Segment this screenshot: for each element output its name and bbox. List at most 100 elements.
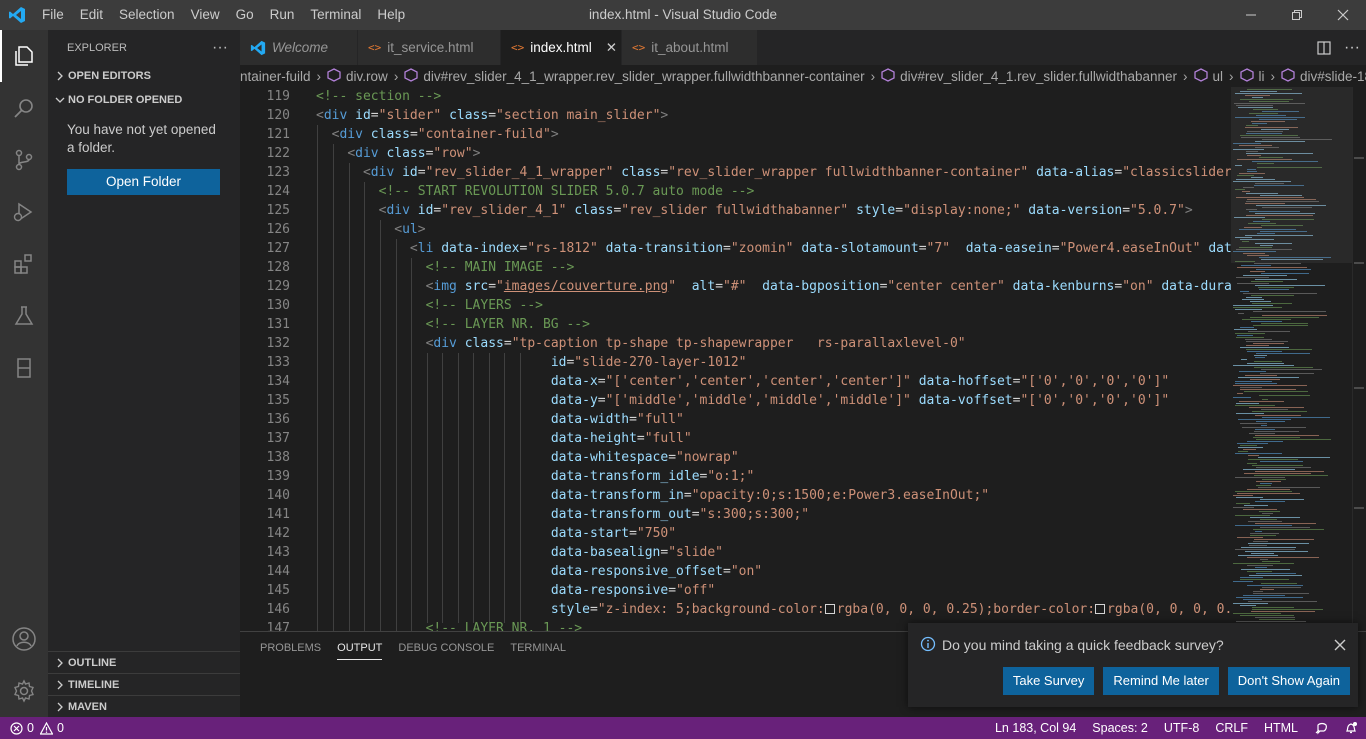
more-actions-icon[interactable]: ···: [212, 39, 228, 57]
breadcrumb-item[interactable]: div#rev_slider_4_1_wrapper.rev_slider_wr…: [404, 67, 865, 85]
minimap-line: [1233, 507, 1254, 508]
breadcrumb-item[interactable]: div#slide-18-laye: [1281, 67, 1366, 85]
minimap-line: [1261, 273, 1309, 274]
code-line: <div class="row">: [347, 146, 481, 161]
color-swatch[interactable]: [1095, 604, 1106, 614]
no-folder-section[interactable]: NO FOLDER OPENED: [48, 89, 240, 111]
maven-label: MAVEN: [68, 700, 107, 713]
minimap-line: [1260, 373, 1314, 374]
minimap-line: [1238, 451, 1248, 452]
feedback-icon[interactable]: [1306, 717, 1336, 739]
minimap-line: [1236, 403, 1259, 404]
account-icon[interactable]: [0, 613, 48, 665]
minimap-line: [1261, 425, 1267, 426]
tab-it-about[interactable]: <> it_about.html: [622, 30, 758, 65]
minimap-line: [1260, 519, 1277, 520]
extensions-icon[interactable]: [0, 238, 48, 290]
minimap-line: [1248, 331, 1290, 332]
vertical-scrollbar[interactable]: [1352, 87, 1366, 631]
line-number: 145: [266, 583, 290, 598]
color-swatch[interactable]: [824, 604, 835, 614]
minimap-line: [1237, 335, 1253, 336]
menu-edit[interactable]: Edit: [72, 0, 111, 30]
minimap-line: [1254, 431, 1299, 432]
menu-help[interactable]: Help: [369, 0, 413, 30]
open-editors-section[interactable]: OPEN EDITORS: [48, 65, 240, 87]
search-icon[interactable]: [0, 82, 48, 134]
minimap-line: [1255, 567, 1267, 568]
more-actions-icon[interactable]: ···: [1338, 30, 1366, 65]
line-number-gutter: 119 120 121 122 123 124 125 126 127 128 129 130 131 1…: [240, 87, 300, 631]
minimap-line: [1243, 595, 1285, 596]
breadcrumb-item[interactable]: li: [1239, 67, 1265, 85]
menu-go[interactable]: Go: [228, 0, 262, 30]
minimap-line: [1240, 577, 1263, 578]
menu-file[interactable]: File: [34, 0, 72, 30]
minimap-viewport[interactable]: [1231, 87, 1352, 263]
chevron-right-icon: ›: [1183, 68, 1188, 84]
timeline-section[interactable]: TIMELINE: [48, 673, 240, 695]
html-file-icon: <>: [632, 41, 646, 54]
notifications-bell-icon[interactable]: [1336, 717, 1366, 739]
tab-problems[interactable]: PROBLEMS: [252, 632, 329, 664]
line-number: 140: [266, 488, 290, 503]
breadcrumb-item[interactable]: div.row: [327, 67, 388, 85]
minimap-line: [1256, 421, 1285, 422]
run-debug-icon[interactable]: [0, 186, 48, 238]
cursor-position[interactable]: Ln 183, Col 94: [987, 717, 1084, 739]
minimap-line: [1238, 555, 1278, 556]
close-notification-icon[interactable]: [1330, 635, 1350, 655]
indentation[interactable]: Spaces: 2: [1084, 717, 1156, 739]
restore-icon[interactable]: [1274, 0, 1320, 30]
tab-it-service[interactable]: <> it_service.html: [358, 30, 501, 65]
minimap-line: [1236, 277, 1269, 278]
close-window-icon[interactable]: [1320, 0, 1366, 30]
remind-later-button[interactable]: Remind Me later: [1103, 667, 1219, 695]
error-icon: [10, 721, 23, 735]
explorer-icon[interactable]: [0, 30, 48, 82]
source-control-icon[interactable]: [0, 134, 48, 186]
open-folder-button[interactable]: Open Folder: [67, 169, 220, 195]
remote-explorer-icon[interactable]: [0, 342, 48, 394]
split-editor-icon[interactable]: [1310, 30, 1338, 65]
code-content[interactable]: <!-- section --> <div id="slider" class=…: [316, 87, 1231, 631]
breadcrumb-item[interactable]: ntainer-fuild: [240, 69, 311, 84]
line-number: 130: [266, 298, 290, 313]
minimap-line: [1235, 381, 1272, 382]
take-survey-button[interactable]: Take Survey: [1002, 667, 1095, 695]
outline-section[interactable]: OUTLINE: [48, 651, 240, 673]
tab-output[interactable]: OUTPUT: [329, 632, 390, 664]
minimap[interactable]: [1231, 87, 1352, 631]
end-of-line[interactable]: CRLF: [1207, 717, 1256, 739]
close-tab-icon[interactable]: ✕: [606, 40, 617, 56]
line-number: 127: [266, 241, 290, 256]
breadcrumb-item[interactable]: div#rev_slider_4_1.rev_slider.fullwidtha…: [881, 67, 1177, 85]
menu-view[interactable]: View: [183, 0, 228, 30]
settings-gear-icon[interactable]: [0, 665, 48, 717]
breadcrumb-item[interactable]: ul: [1193, 67, 1223, 85]
dont-show-again-button[interactable]: Don't Show Again: [1227, 667, 1350, 695]
minimap-line: [1237, 443, 1268, 444]
menu-run[interactable]: Run: [262, 0, 303, 30]
menu-terminal[interactable]: Terminal: [302, 0, 369, 30]
vscode-tab-icon: [250, 40, 266, 56]
code-editor[interactable]: 119 120 121 122 123 124 125 126 127 128 129 130 131 1…: [240, 87, 1366, 631]
line-number: 123: [266, 165, 290, 180]
testing-flask-icon[interactable]: [0, 290, 48, 342]
tab-welcome[interactable]: Welcome: [240, 30, 358, 65]
language-mode[interactable]: HTML: [1256, 717, 1306, 739]
minimap-line: [1255, 471, 1324, 472]
line-number: 144: [266, 564, 290, 579]
minimap-line: [1248, 459, 1298, 460]
line-number: 137: [266, 431, 290, 446]
code-line: id="slide-270-layer-1012": [550, 355, 747, 370]
minimap-line: [1256, 467, 1311, 468]
tab-terminal[interactable]: TERMINAL: [502, 632, 574, 664]
tab-index[interactable]: <> index.html ✕: [501, 30, 622, 65]
menu-selection[interactable]: Selection: [111, 0, 183, 30]
encoding[interactable]: UTF-8: [1156, 717, 1207, 739]
minimize-icon[interactable]: [1228, 0, 1274, 30]
problems-status[interactable]: 0 0: [0, 717, 64, 739]
maven-section[interactable]: MAVEN: [48, 695, 240, 717]
tab-debug-console[interactable]: DEBUG CONSOLE: [390, 632, 502, 664]
